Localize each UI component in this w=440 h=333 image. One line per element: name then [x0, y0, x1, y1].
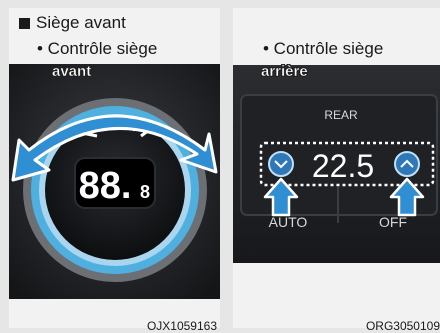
knob-display-digits: 88.	[79, 165, 132, 207]
front-seat-knob-photo: 88. 8	[9, 64, 220, 299]
front-overlay-label: avant	[52, 63, 92, 80]
temp-down-button[interactable]	[268, 151, 294, 177]
off-button-label[interactable]: OFF	[379, 214, 407, 230]
knob-display-small-digit: 8	[140, 182, 150, 202]
section-heading: Siège avant	[19, 13, 126, 33]
temp-up-button[interactable]	[394, 151, 420, 177]
rear-label: REAR	[324, 108, 358, 122]
rear-figure-code: ORG3050109	[365, 319, 440, 333]
rear-seat-panel: • Contrôle siège arrière REAR 22.5 AUTO …	[233, 8, 440, 333]
temperature-display: 22.5	[312, 148, 374, 184]
rear-panel-illustration: REAR 22.5 AUTO OFF	[233, 65, 440, 263]
rear-overlay-label: arrière	[261, 63, 308, 80]
section-title: Siège avant	[36, 13, 126, 32]
front-knob-illustration: 88. 8	[9, 64, 220, 299]
auto-button-label[interactable]: AUTO	[269, 214, 308, 230]
rear-seat-panel-photo: REAR 22.5 AUTO OFF	[233, 65, 440, 263]
front-seat-control-bullet: • Contrôle siège	[37, 39, 158, 58]
front-seat-panel: Siège avant • Contrôle siège avant 88. 8…	[9, 8, 220, 333]
square-bullet-icon	[19, 17, 30, 29]
front-figure-code: OJX1059163	[146, 319, 217, 333]
rear-seat-control-bullet: • Contrôle siège	[263, 39, 384, 58]
